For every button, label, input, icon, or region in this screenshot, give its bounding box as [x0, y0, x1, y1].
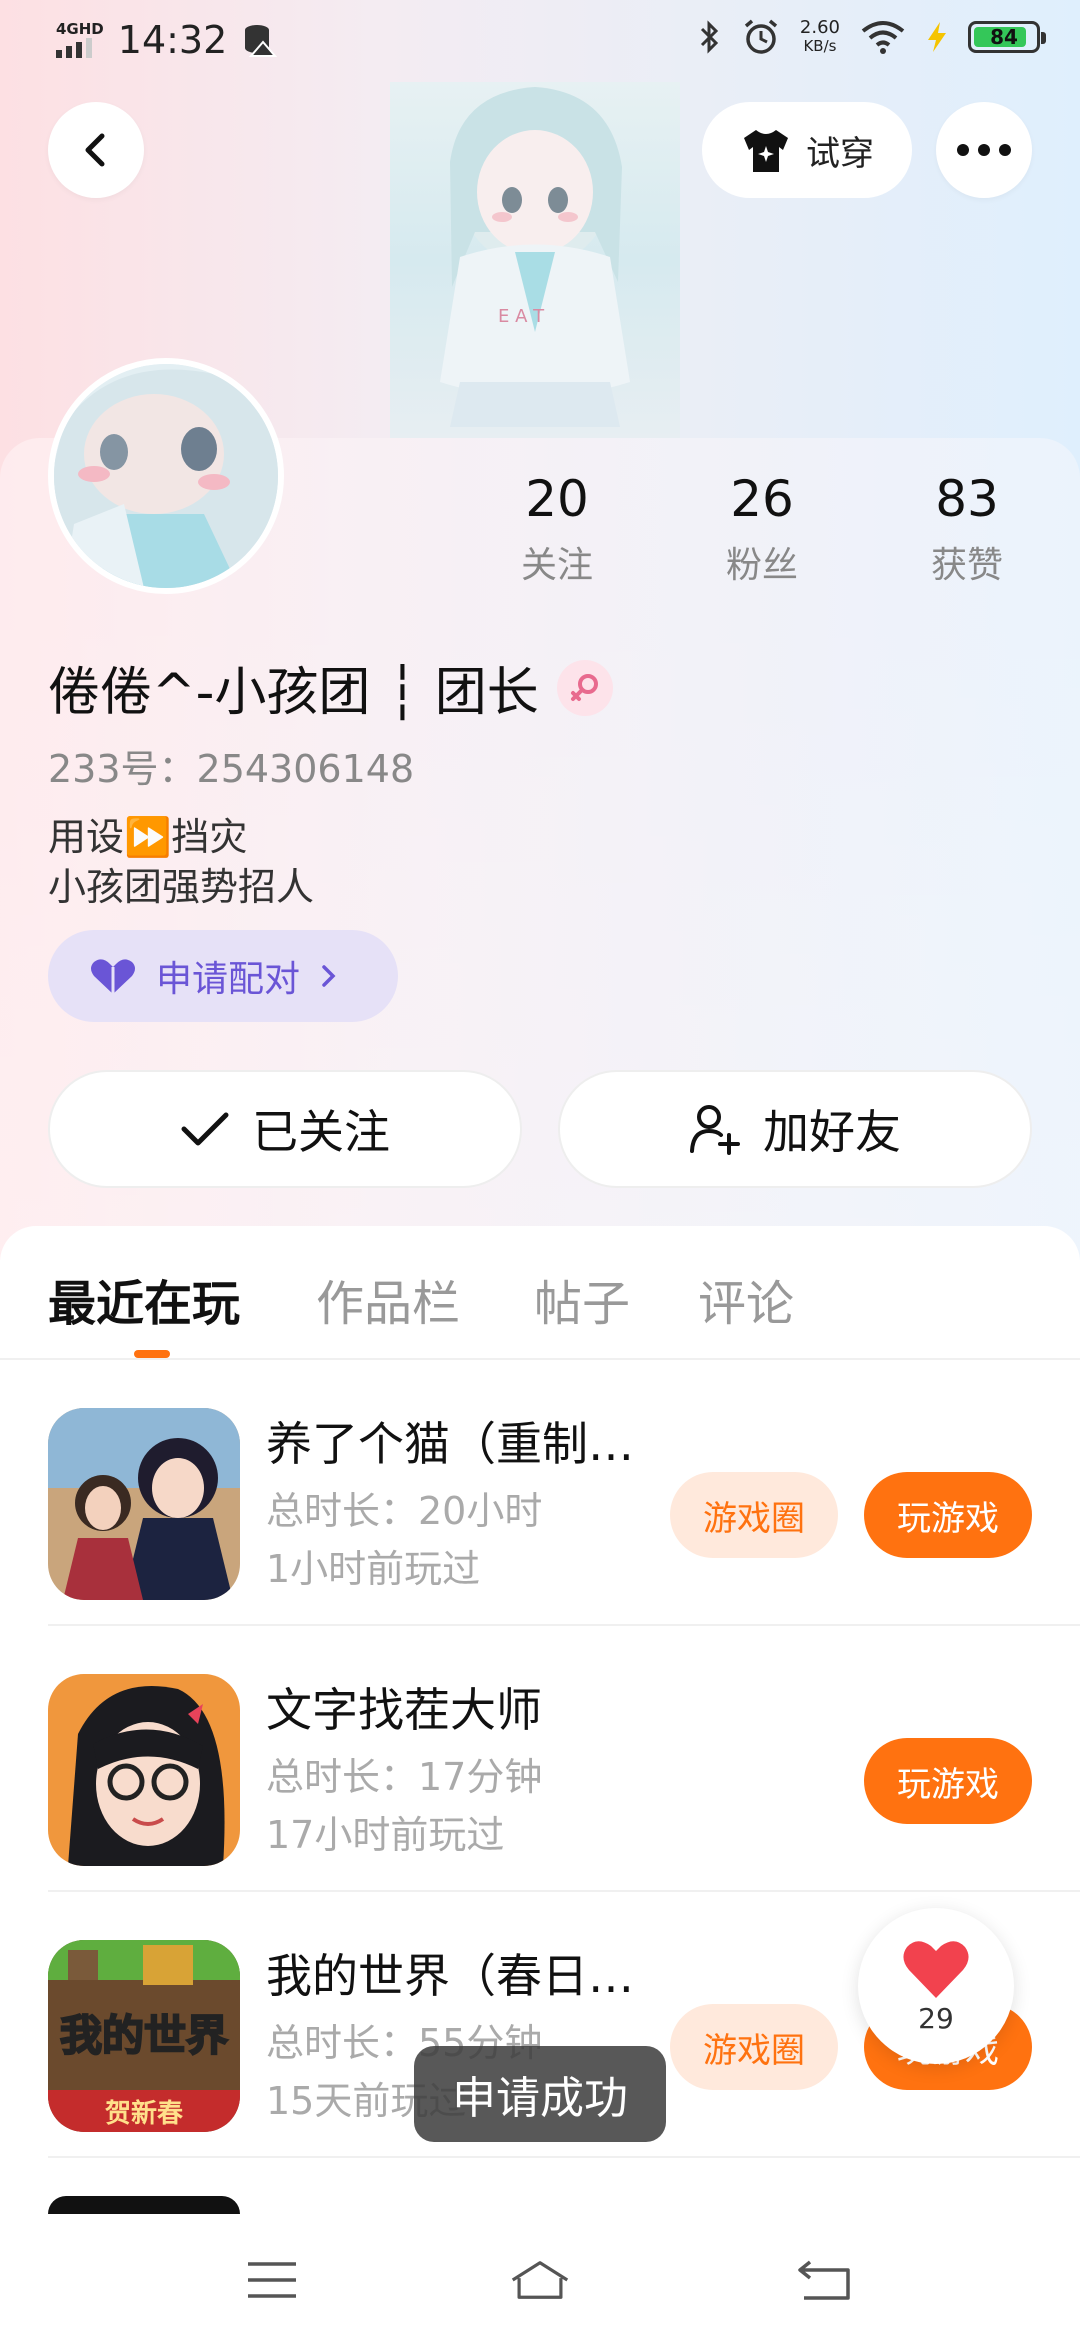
game-art: [48, 1408, 240, 1600]
add-friend-button[interactable]: 加好友: [558, 1070, 1032, 1188]
bio-line-2: 小孩团强势招人: [48, 865, 315, 909]
more-dots-icon: [957, 144, 1011, 156]
tab-indicator: [134, 1350, 170, 1358]
game-art: 我的世界 贺新春: [48, 1940, 240, 2132]
wifi-icon: [861, 21, 905, 54]
add-friend-label: 加好友: [763, 1105, 901, 1159]
fans-label: 粉丝: [725, 545, 798, 586]
game-icon-spot-difference[interactable]: [48, 1674, 240, 1866]
battery-indicator: 84: [968, 21, 1046, 53]
likes-count: 83: [935, 470, 999, 528]
chevron-right-icon: [322, 965, 336, 987]
menu-icon: [248, 2262, 296, 2298]
battery-level: 84: [990, 25, 1018, 49]
user-id: 233号：254306148: [48, 747, 415, 791]
tab-recently-played[interactable]: 最近在玩: [48, 1264, 240, 1334]
svg-text:E A T: E A T: [498, 306, 545, 327]
system-nav-bar: [0, 2214, 1080, 2340]
username: 倦倦^-小孩团 ┆ 团长: [48, 663, 539, 723]
home-icon: [511, 2261, 569, 2299]
game-art: [48, 1674, 240, 1866]
tab-comments[interactable]: 评论: [698, 1264, 794, 1334]
status-bar: 4GHD 14:32 2.60 KB/s 84: [0, 0, 1080, 82]
back-button[interactable]: [48, 102, 144, 198]
clock-time: 14:32: [117, 18, 228, 62]
avatar-illustration: [54, 364, 278, 588]
network-type: 4GHD: [56, 20, 104, 38]
game-circle-button[interactable]: 游戏圈: [670, 1472, 838, 1558]
signal-icon: [56, 38, 92, 58]
row-divider: [48, 2156, 1080, 2158]
following-count: 20: [525, 470, 589, 528]
storage-warning-icon: [245, 25, 278, 57]
list-item[interactable]: 文字找茬大师 总时长：17分钟 17小时前玩过 玩游戏: [0, 1626, 1080, 1892]
like-count: 29: [918, 2001, 954, 2035]
alarm-icon: [744, 19, 778, 54]
tab-bar: 最近在玩 作品栏 帖子 评论: [0, 1226, 1080, 1360]
nav-menu-button[interactable]: [242, 2250, 302, 2310]
back-arrow-icon: [85, 133, 105, 167]
bluetooth-icon: [700, 20, 719, 54]
apply-pair-label: 申请配对: [156, 959, 301, 1000]
stat-fans[interactable]: 26 粉丝: [682, 470, 842, 588]
game-duration: 总时长：17分钟: [266, 1755, 543, 1799]
charging-icon: [928, 22, 946, 52]
tab-posts[interactable]: 帖子: [534, 1264, 630, 1334]
pair-hearts-icon: [91, 959, 135, 994]
back-nav-icon: [798, 2260, 850, 2300]
game-icon-minecraft[interactable]: 我的世界 贺新春: [48, 1940, 240, 2132]
bio-line-1: 用设⏩挡灾: [48, 815, 248, 859]
stat-likes[interactable]: 83 获赞: [887, 470, 1047, 588]
try-on-button[interactable]: 试穿: [702, 102, 912, 198]
toast-message: 申请成功: [414, 2046, 666, 2142]
like-button[interactable]: 29: [858, 1908, 1014, 2064]
game-circle-button[interactable]: 游戏圈: [670, 2004, 838, 2090]
avatar[interactable]: [48, 358, 284, 594]
list-item[interactable]: 养了个猫（重制… 总时长：20小时 1小时前玩过 游戏圈 玩游戏: [0, 1360, 1080, 1626]
apply-pair-button[interactable]: 申请配对: [48, 930, 398, 1022]
fans-count: 26: [730, 470, 794, 528]
more-options-button[interactable]: [936, 102, 1032, 198]
game-duration: 总时长：20小时: [266, 1489, 543, 1533]
following-button[interactable]: 已关注: [48, 1070, 522, 1188]
tab-works[interactable]: 作品栏: [316, 1264, 460, 1334]
list-item-partial: [48, 2196, 240, 2214]
shirt-icon: [744, 130, 788, 172]
game-title: 我的世界（春日…: [266, 1949, 634, 2003]
nav-home-button[interactable]: [510, 2250, 570, 2310]
checkmark-icon: [181, 1112, 229, 1146]
stat-following[interactable]: 20 关注: [477, 470, 637, 588]
avatar-3d-figure[interactable]: E A T: [390, 82, 680, 438]
speed-unit: KB/s: [803, 37, 837, 55]
game-icon-cat[interactable]: [48, 1408, 240, 1600]
game-title: 文字找茬大师: [266, 1683, 542, 1737]
icon-text-sub: 贺新春: [105, 2098, 183, 2129]
following-label: 关注: [520, 545, 593, 586]
game-last-played: 1小时前玩过: [266, 1547, 481, 1591]
play-game-button[interactable]: 玩游戏: [864, 1738, 1032, 1824]
heart-icon: [903, 1940, 969, 1998]
gender-badge: [556, 659, 613, 716]
play-game-button[interactable]: 玩游戏: [864, 1472, 1032, 1558]
icon-text-main: 我的世界: [60, 2011, 228, 2060]
figure-illustration: E A T: [440, 87, 630, 427]
following-button-label: 已关注: [252, 1105, 390, 1159]
likes-label: 获赞: [930, 545, 1003, 586]
network-speed: 2.60 KB/s: [799, 17, 840, 56]
try-on-label: 试穿: [806, 133, 874, 174]
female-icon: [570, 673, 598, 701]
signal-group: 4GHD: [56, 22, 104, 58]
game-title: 养了个猫（重制…: [266, 1417, 634, 1471]
game-last-played: 17小时前玩过: [266, 1813, 505, 1857]
nav-back-button[interactable]: [794, 2250, 854, 2310]
add-friend-icon: [690, 1105, 740, 1155]
name-row: 倦倦^-小孩团 ┆ 团长: [48, 650, 613, 725]
speed-value: 2.60: [799, 17, 840, 38]
